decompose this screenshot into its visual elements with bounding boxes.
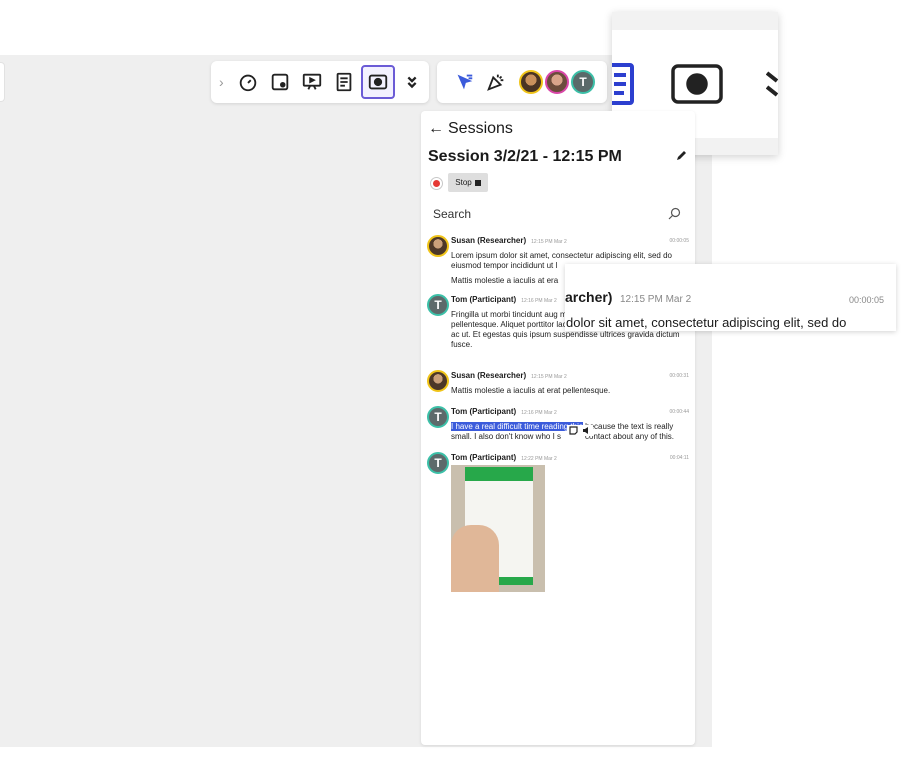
avatar[interactable] <box>519 70 543 94</box>
avatar: T <box>427 406 449 428</box>
message-author: Susan (Researcher) <box>451 371 527 380</box>
stop-icon <box>474 179 481 186</box>
message-time: 12:15 PM Mar 2 <box>531 239 567 245</box>
chevron-right-icon[interactable]: › <box>219 74 233 90</box>
back-to-sessions-link[interactable]: ← Sessions <box>428 120 513 138</box>
timer-button[interactable] <box>233 67 263 97</box>
back-link-label: Sessions <box>448 120 513 137</box>
message-duration[interactable]: 00:00:05 <box>670 238 689 244</box>
presentation-button[interactable] <box>297 67 327 97</box>
document-icon <box>612 63 634 105</box>
message-author: Tom (Participant) <box>451 453 517 462</box>
avatar <box>427 370 449 392</box>
zoom-author-fragment: archer) <box>565 289 613 305</box>
message-author: Tom (Participant) <box>451 295 517 304</box>
message-duration[interactable]: 00:00:44 <box>670 409 689 415</box>
speaker-icon[interactable] <box>582 426 591 435</box>
note-icon[interactable] <box>569 426 578 435</box>
message-item[interactable]: Susan (Researcher) 12:15 PM Mar 2 00:00:3… <box>427 370 689 400</box>
message-zoom-callout: archer) 12:15 PM Mar 2 00:00:05 dolor si… <box>565 264 896 331</box>
cursor-button[interactable] <box>449 67 479 97</box>
avatar[interactable]: T <box>571 70 595 94</box>
record-button[interactable] <box>361 65 395 99</box>
presentation-icon <box>302 73 322 90</box>
message-duration[interactable]: 00:00:31 <box>670 373 689 379</box>
message-item[interactable]: T Tom (Participant) 12:22 PM Mar 2 00:04:… <box>427 452 689 602</box>
message-item[interactable]: T Tom (Participant) 12:16 PM Mar 2 00:00:… <box>427 406 689 446</box>
cursor-icon <box>457 74 473 90</box>
left-panel-edge[interactable] <box>0 62 5 102</box>
message-time: 12:15 PM Mar 2 <box>531 374 567 380</box>
attached-photo[interactable] <box>451 465 545 592</box>
stop-recording-button[interactable]: Stop <box>448 173 488 192</box>
timer-icon <box>239 74 257 92</box>
message-time: 12:16 PM Mar 2 <box>521 410 557 416</box>
message-text: contact about any of this. <box>585 432 674 441</box>
collaborator-avatars: T <box>519 70 597 94</box>
double-chevron-down-icon <box>766 71 778 97</box>
avatar <box>427 235 449 257</box>
message-author: Tom (Participant) <box>451 407 517 416</box>
selection-toolbar <box>567 425 593 436</box>
hand-photo <box>451 525 499 592</box>
sticky-note-icon <box>271 73 289 91</box>
highlighted-text[interactable]: I have a real difficult time reading thi… <box>451 422 583 431</box>
zoom-body-fragment: dolor sit amet, consectetur adipiscing e… <box>566 315 847 330</box>
arrow-left-icon: ← <box>428 120 444 137</box>
zoom-time: 12:15 PM Mar 2 <box>620 294 692 305</box>
double-chevron-down-icon <box>407 76 417 89</box>
sticky-note-button[interactable] <box>265 67 295 97</box>
session-panel: ← Sessions Session 3/2/21 - 12:15 PM Sto… <box>421 111 695 745</box>
pencil-icon[interactable] <box>674 149 688 163</box>
avatar: T <box>427 452 449 474</box>
message-body: Mattis molestie a iaculis at erat pellen… <box>451 386 689 401</box>
collab-toolbar: T <box>437 61 607 103</box>
message-time: 12:22 PM Mar 2 <box>521 456 557 462</box>
celebrate-button[interactable] <box>481 67 511 97</box>
avatar: T <box>427 294 449 316</box>
zoom-duration: 00:00:05 <box>848 295 884 305</box>
document-icon <box>336 72 352 92</box>
session-title: Session 3/2/21 - 12:15 PM <box>428 148 622 165</box>
search-icon[interactable] <box>668 207 681 220</box>
tools-toolbar: › <box>211 61 429 103</box>
stop-label: Stop <box>455 178 472 187</box>
record-icon <box>368 74 388 90</box>
notes-button[interactable] <box>329 67 359 97</box>
message-duration[interactable]: 00:04:11 <box>670 455 689 461</box>
message-author: Susan (Researcher) <box>451 236 527 245</box>
message-text: Mattis molestie a iaculis at erat pellen… <box>451 386 611 395</box>
avatar[interactable] <box>545 70 569 94</box>
more-tools-button[interactable] <box>397 67 427 97</box>
search-input[interactable]: Search <box>433 207 685 225</box>
recording-indicator-icon <box>430 177 443 190</box>
record-icon <box>671 64 723 104</box>
message-time: 12:16 PM Mar 2 <box>521 298 557 304</box>
party-popper-icon <box>487 74 504 91</box>
